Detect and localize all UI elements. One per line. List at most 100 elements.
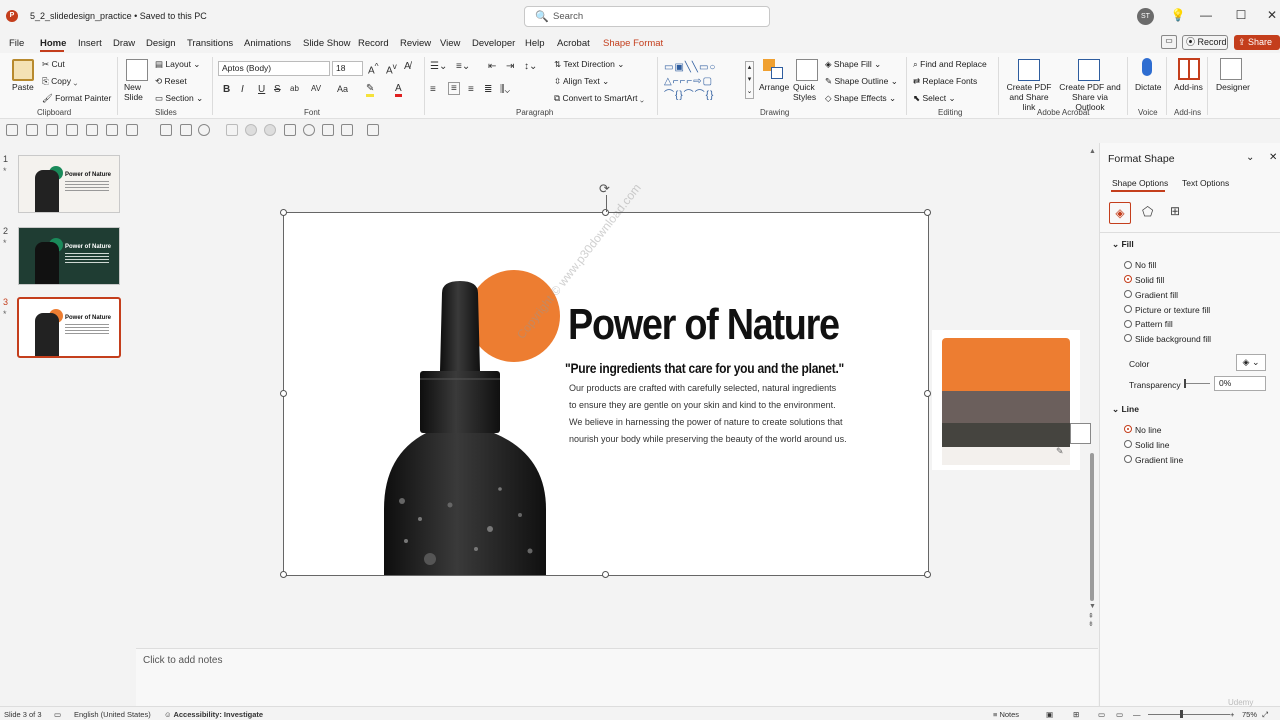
resize-handle[interactable] bbox=[280, 571, 287, 578]
minimize-button[interactable]: — bbox=[1198, 8, 1214, 22]
convert-smartart-button[interactable]: ⧉ Convert to SmartArt ⌄ bbox=[554, 93, 644, 104]
quick-styles-icon[interactable] bbox=[796, 59, 818, 81]
line-spacing-icon[interactable]: ↕⌄ bbox=[524, 61, 537, 72]
add-ins-icon[interactable] bbox=[1178, 58, 1200, 80]
arrange-icon[interactable] bbox=[763, 59, 785, 81]
palette-swatch-orange[interactable] bbox=[942, 338, 1070, 391]
zoom-level[interactable]: 75% bbox=[1242, 710, 1257, 719]
zoom-slider[interactable] bbox=[1148, 714, 1230, 715]
solid-line-radio[interactable] bbox=[1124, 440, 1132, 448]
shape-effects-button[interactable]: ◇ Shape Effects ⌄ bbox=[825, 93, 896, 104]
tab-animations[interactable]: Animations bbox=[244, 38, 291, 49]
no-fill-label[interactable]: No fill bbox=[1135, 260, 1156, 270]
picture-fill-label[interactable]: Picture or texture fill bbox=[1135, 305, 1210, 315]
align-text-button[interactable]: ⇳ Align Text ⌄ bbox=[554, 76, 609, 87]
tab-record[interactable]: Record bbox=[358, 38, 389, 49]
tab-acrobat[interactable]: Acrobat bbox=[557, 38, 590, 49]
tab-shape-format[interactable]: Shape Format bbox=[603, 38, 663, 49]
gradient-line-label[interactable]: Gradient line bbox=[1135, 455, 1183, 465]
resize-handle[interactable] bbox=[280, 390, 287, 397]
highlight-color-icon[interactable]: ✎ bbox=[366, 83, 375, 97]
reading-view-icon[interactable]: ▭ bbox=[1098, 710, 1105, 719]
shape-intersect-icon[interactable] bbox=[264, 124, 276, 136]
create-pdf-outlook-icon[interactable] bbox=[1078, 59, 1100, 81]
slide-title[interactable]: Power of Nature bbox=[568, 300, 840, 350]
document-title[interactable]: 5_2_slidedesign_practice • Saved to this… bbox=[30, 11, 207, 21]
tab-insert[interactable]: Insert bbox=[78, 38, 102, 49]
slide-thumbnail-3[interactable]: Power of Nature bbox=[17, 297, 121, 358]
comments-button[interactable]: ▭ bbox=[1161, 35, 1177, 49]
transparency-slider-track[interactable] bbox=[1184, 383, 1210, 384]
format-painter-button[interactable]: 🖌 Format Painter bbox=[42, 93, 111, 104]
prev-next-slide-icon[interactable]: ⇞ ⇟ bbox=[1088, 613, 1094, 629]
transparency-input[interactable]: 0% bbox=[1214, 376, 1266, 391]
slide-bg-fill-radio[interactable] bbox=[1124, 334, 1132, 342]
slideshow-icon[interactable]: ▭ bbox=[1116, 710, 1123, 719]
strikethrough-button[interactable]: S bbox=[274, 84, 281, 95]
font-color-icon[interactable]: A bbox=[395, 83, 402, 97]
no-fill-radio[interactable] bbox=[1124, 261, 1132, 269]
layout-button[interactable]: ▤ Layout ⌄ bbox=[155, 59, 200, 70]
increase-font-icon[interactable]: A^ bbox=[368, 61, 379, 76]
dictate-button[interactable]: Dictate bbox=[1135, 82, 1161, 92]
numbering-icon[interactable]: ≡⌄ bbox=[456, 61, 470, 72]
align-middle-icon[interactable] bbox=[86, 124, 98, 136]
transparency-slider-thumb[interactable] bbox=[1184, 379, 1186, 388]
fill-line-icon[interactable]: ◈ bbox=[1109, 202, 1131, 224]
microphone-icon[interactable] bbox=[1142, 58, 1152, 76]
ungroup-icon[interactable] bbox=[180, 124, 192, 136]
paste-button[interactable]: Paste bbox=[12, 82, 34, 92]
palette-swatch-light[interactable] bbox=[942, 447, 1070, 465]
paste-icon[interactable] bbox=[12, 59, 34, 81]
bullets-icon[interactable]: ☰⌄ bbox=[430, 61, 447, 72]
gradient-fill-radio[interactable] bbox=[1124, 290, 1132, 298]
tab-home[interactable]: Home bbox=[40, 38, 66, 49]
tab-shape-options[interactable]: Shape Options bbox=[1112, 178, 1168, 188]
tab-draw[interactable]: Draw bbox=[113, 38, 135, 49]
language-indicator[interactable]: English (United States) bbox=[74, 710, 151, 719]
gradient-line-radio[interactable] bbox=[1124, 455, 1132, 463]
close-button[interactable]: ✕ bbox=[1264, 8, 1280, 22]
new-slide-icon[interactable] bbox=[126, 59, 148, 81]
section-button[interactable]: ▭ Section ⌄ bbox=[155, 93, 203, 104]
palette-swatch-dark[interactable] bbox=[942, 423, 1070, 447]
align-bottom-icon[interactable] bbox=[106, 124, 118, 136]
text-direction-button[interactable]: ⇅ Text Direction ⌄ bbox=[554, 59, 624, 70]
line-section-header[interactable]: ⌄ Line bbox=[1112, 404, 1139, 415]
designer-icon[interactable] bbox=[1220, 58, 1242, 80]
slide-body-line[interactable]: We believe in harnessing the power of na… bbox=[569, 417, 843, 427]
solid-line-label[interactable]: Solid line bbox=[1135, 440, 1170, 450]
zoom-in-icon[interactable]: + bbox=[1230, 710, 1234, 719]
pattern-fill-radio[interactable] bbox=[1124, 320, 1132, 328]
eyedropper-icon[interactable] bbox=[284, 124, 296, 136]
clear-formatting-icon[interactable]: A̸ bbox=[404, 61, 411, 72]
fill-section-header[interactable]: ⌄ Fill bbox=[1112, 239, 1134, 250]
tab-help[interactable]: Help bbox=[525, 38, 545, 49]
align-right-icon[interactable]: ≡ bbox=[468, 84, 474, 95]
shapes-gallery[interactable]: ▭▣╲╲▭○ △⌐⌐⌐⇨▢ ⌒{}⌒⌒{} bbox=[664, 61, 744, 103]
shape-outline-icon[interactable] bbox=[341, 124, 353, 136]
pen-icon[interactable] bbox=[367, 124, 379, 136]
align-center-icon[interactable]: ≡ bbox=[448, 82, 460, 95]
quick-styles-button[interactable]: Quick Styles bbox=[793, 82, 821, 102]
palette-swatch-brown[interactable] bbox=[942, 391, 1070, 423]
spelling-icon[interactable]: ▭ bbox=[54, 710, 61, 719]
color-picker-button[interactable]: ◈ ⌄ bbox=[1236, 354, 1266, 371]
tab-developer[interactable]: Developer bbox=[472, 38, 515, 49]
record-button[interactable]: ⦿ Record bbox=[1182, 35, 1228, 50]
normal-view-icon[interactable]: ▣ bbox=[1046, 710, 1053, 719]
arrange-button[interactable]: Arrange bbox=[759, 82, 789, 92]
accessibility-status[interactable]: ☺ Accessibility: Investigate bbox=[164, 710, 263, 719]
color-palette-card[interactable]: ✎ bbox=[932, 330, 1080, 470]
slide-bg-fill-label[interactable]: Slide background fill bbox=[1135, 334, 1211, 344]
slide-thumbnail-2[interactable]: Power of Nature bbox=[18, 227, 120, 285]
slide-sorter-icon[interactable]: ⊞ bbox=[1073, 710, 1079, 719]
character-spacing-button[interactable]: AV bbox=[311, 84, 321, 93]
tab-transitions[interactable]: Transitions bbox=[187, 38, 233, 49]
resize-handle[interactable] bbox=[280, 209, 287, 216]
shadow-button[interactable]: ab bbox=[290, 84, 299, 93]
decrease-indent-icon[interactable]: ⇤ bbox=[488, 61, 496, 72]
rotate-icon[interactable] bbox=[303, 124, 315, 136]
change-case-button[interactable]: Aa bbox=[337, 84, 348, 94]
align-top-icon[interactable] bbox=[66, 124, 78, 136]
